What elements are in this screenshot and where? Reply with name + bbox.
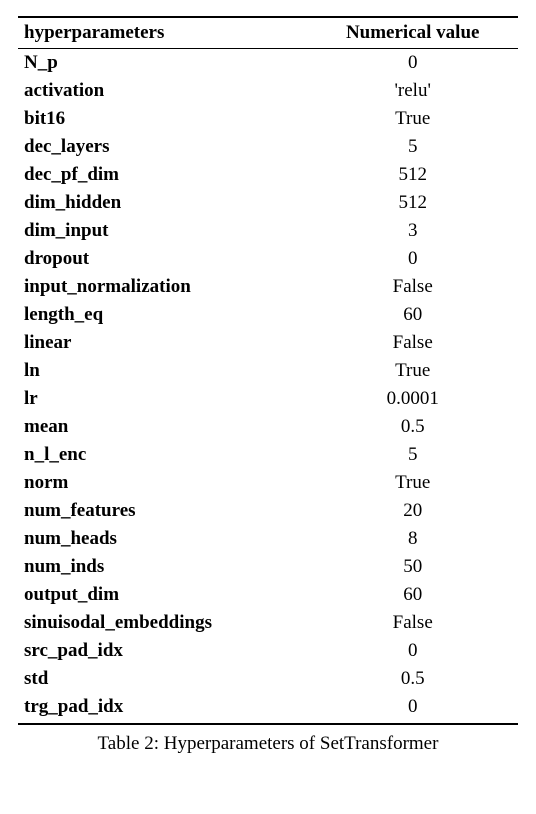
table-row: std0.5 <box>18 665 518 693</box>
hyperparameter-value: 512 <box>307 161 518 189</box>
hyperparameter-name: trg_pad_idx <box>18 693 307 724</box>
table-row: bit16True <box>18 105 518 133</box>
hyperparameter-name: lr <box>18 385 307 413</box>
hyperparameter-value: 0.5 <box>307 665 518 693</box>
table-header-row: hyperparameters Numerical value <box>18 17 518 49</box>
hyperparameter-value: 'relu' <box>307 77 518 105</box>
table-caption: Table 2: Hyperparameters of SetTransform… <box>18 733 518 755</box>
hyperparameter-name: dec_layers <box>18 133 307 161</box>
hyperparameter-name: output_dim <box>18 581 307 609</box>
hyperparameter-value: 5 <box>307 441 518 469</box>
hyperparameter-value: False <box>307 609 518 637</box>
table-row: trg_pad_idx0 <box>18 693 518 724</box>
hyperparameter-name: dropout <box>18 245 307 273</box>
hyperparameter-name: norm <box>18 469 307 497</box>
hyperparameter-value: 512 <box>307 189 518 217</box>
hyperparameter-name: N_p <box>18 49 307 78</box>
table-row: num_features20 <box>18 497 518 525</box>
hyperparameter-name: num_inds <box>18 553 307 581</box>
hyperparameters-table-wrap: hyperparameters Numerical value N_p0acti… <box>18 16 518 755</box>
hyperparameter-value: 3 <box>307 217 518 245</box>
hyperparameter-name: activation <box>18 77 307 105</box>
table-row: dec_layers5 <box>18 133 518 161</box>
hyperparameter-name: bit16 <box>18 105 307 133</box>
table-row: normTrue <box>18 469 518 497</box>
hyperparameter-name: mean <box>18 413 307 441</box>
hyperparameter-value: 0 <box>307 637 518 665</box>
table-row: mean0.5 <box>18 413 518 441</box>
hyperparameter-value: 5 <box>307 133 518 161</box>
hyperparameter-name: std <box>18 665 307 693</box>
hyperparameter-value: 0 <box>307 49 518 78</box>
hyperparameter-value: 50 <box>307 553 518 581</box>
table-row: N_p0 <box>18 49 518 78</box>
table-row: dropout0 <box>18 245 518 273</box>
hyperparameter-value: True <box>307 357 518 385</box>
hyperparameter-value: False <box>307 273 518 301</box>
table-row: input_normalizationFalse <box>18 273 518 301</box>
hyperparameter-value: 8 <box>307 525 518 553</box>
hyperparameter-value: 0 <box>307 693 518 724</box>
hyperparameter-value: 0.5 <box>307 413 518 441</box>
column-header-value: Numerical value <box>307 17 518 49</box>
hyperparameter-value: False <box>307 329 518 357</box>
hyperparameter-name: n_l_enc <box>18 441 307 469</box>
table-row: linearFalse <box>18 329 518 357</box>
table-row: length_eq60 <box>18 301 518 329</box>
hyperparameter-name: sinuisodal_embeddings <box>18 609 307 637</box>
hyperparameter-value: 20 <box>307 497 518 525</box>
hyperparameter-value: True <box>307 469 518 497</box>
hyperparameter-name: num_heads <box>18 525 307 553</box>
hyperparameter-name: dec_pf_dim <box>18 161 307 189</box>
hyperparameter-value: 60 <box>307 301 518 329</box>
table-row: n_l_enc5 <box>18 441 518 469</box>
hyperparameter-name: ln <box>18 357 307 385</box>
table-row: lnTrue <box>18 357 518 385</box>
table-row: activation'relu' <box>18 77 518 105</box>
hyperparameter-name: length_eq <box>18 301 307 329</box>
table-row: sinuisodal_embeddingsFalse <box>18 609 518 637</box>
hyperparameter-value: True <box>307 105 518 133</box>
hyperparameter-name: num_features <box>18 497 307 525</box>
table-row: dim_hidden512 <box>18 189 518 217</box>
table-row: dec_pf_dim512 <box>18 161 518 189</box>
table-row: dim_input3 <box>18 217 518 245</box>
hyperparameter-value: 0 <box>307 245 518 273</box>
caption-text: Hyperparameters of SetTransformer <box>164 733 439 754</box>
hyperparameter-name: input_normalization <box>18 273 307 301</box>
hyperparameter-name: linear <box>18 329 307 357</box>
hyperparameters-table: hyperparameters Numerical value N_p0acti… <box>18 16 518 725</box>
table-row: num_inds50 <box>18 553 518 581</box>
hyperparameter-value: 60 <box>307 581 518 609</box>
hyperparameter-name: dim_hidden <box>18 189 307 217</box>
hyperparameter-name: src_pad_idx <box>18 637 307 665</box>
table-row: output_dim60 <box>18 581 518 609</box>
table-row: lr0.0001 <box>18 385 518 413</box>
table-row: num_heads8 <box>18 525 518 553</box>
table-row: src_pad_idx0 <box>18 637 518 665</box>
column-header-hyperparameters: hyperparameters <box>18 17 307 49</box>
caption-prefix: Table 2: <box>98 733 164 754</box>
hyperparameter-value: 0.0001 <box>307 385 518 413</box>
hyperparameter-name: dim_input <box>18 217 307 245</box>
